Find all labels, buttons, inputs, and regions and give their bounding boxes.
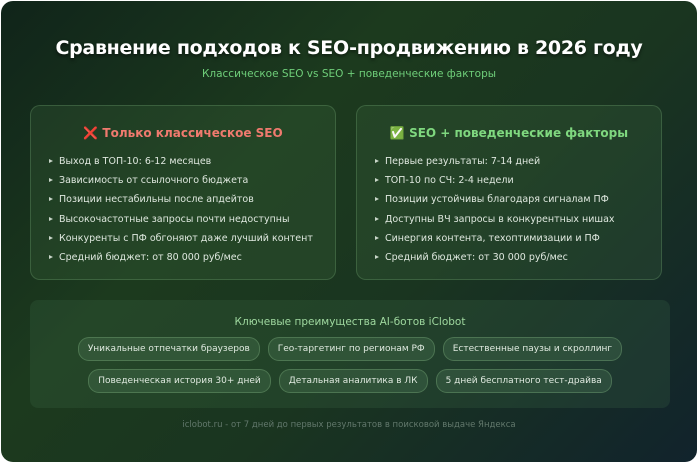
behavioral-seo-heading: ✅ SEO + поведенческие факторы xyxy=(357,126,661,140)
behavioral-seo-title: SEO + поведенческие факторы xyxy=(409,126,629,140)
list-item: Позиции нестабильны после апдейтов xyxy=(49,193,313,212)
check-icon: ✅ xyxy=(389,126,405,140)
footer-note: iclobot.ru - от 7 дней до первых результ… xyxy=(182,420,516,430)
classic-seo-panel: ❌ Только классическое SEO Выход в ТОП-10… xyxy=(30,105,336,280)
list-item: Выход в ТОП-10: 6-12 месяцев xyxy=(49,155,313,174)
classic-seo-heading: ❌ Только классическое SEO xyxy=(31,126,335,140)
classic-seo-list: Выход в ТОП-10: 6-12 месяцев Зависимость… xyxy=(49,155,313,270)
list-item: Конкуренты с ПФ обгоняют даже лучший кон… xyxy=(49,232,313,251)
list-item: Средний бюджет: от 80 000 руб/мес xyxy=(49,251,313,270)
page-title: Сравнение подходов к SEO-продвижению в 2… xyxy=(55,37,643,59)
feature-pill: Гео-таргетинг по регионам РФ xyxy=(267,337,435,361)
comparison-card: Сравнение подходов к SEO-продвижению в 2… xyxy=(1,1,697,462)
features-row: Уникальные отпечатки браузеров Гео-тарге… xyxy=(30,337,670,361)
feature-pill: Детальная аналитика в ЛК xyxy=(278,369,428,393)
feature-pill: 5 дней бесплатного тест-драйва xyxy=(435,369,612,393)
list-item: Первые результаты: 7-14 дней xyxy=(375,155,615,174)
list-item: Позиции устойчивы благодаря сигналам ПФ xyxy=(375,193,615,212)
feature-pill: Поведенческая история 30+ дней xyxy=(88,369,271,393)
list-item: Доступны ВЧ запросы в конкурентных нишах xyxy=(375,213,615,232)
page-subtitle: Классическое SEO vs SEO + поведенческие … xyxy=(201,68,497,80)
classic-seo-title: Только классическое SEO xyxy=(102,126,283,140)
list-item: Высокочастотные запросы почти недоступны xyxy=(49,213,313,232)
features-row: Поведенческая история 30+ дней Детальная… xyxy=(30,369,670,393)
feature-pill: Уникальные отпечатки браузеров xyxy=(77,337,260,361)
list-item: Средний бюджет: от 30 000 руб/мес xyxy=(375,251,615,270)
features-title: Ключевые преимущества AI-ботов iClobot xyxy=(234,316,466,328)
behavioral-seo-list: Первые результаты: 7-14 дней ТОП-10 по С… xyxy=(375,155,615,270)
features-panel: Ключевые преимущества AI-ботов iClobot У… xyxy=(30,300,670,408)
list-item: Синергия контента, техоптимизации и ПФ xyxy=(375,232,615,251)
feature-pill: Естественные паузы и скроллинг xyxy=(442,337,623,361)
cross-icon: ❌ xyxy=(83,126,99,140)
list-item: ТОП-10 по СЧ: 2-4 недели xyxy=(375,174,615,193)
list-item: Зависимость от ссылочного бюджета xyxy=(49,174,313,193)
behavioral-seo-panel: ✅ SEO + поведенческие факторы Первые рез… xyxy=(356,105,662,280)
